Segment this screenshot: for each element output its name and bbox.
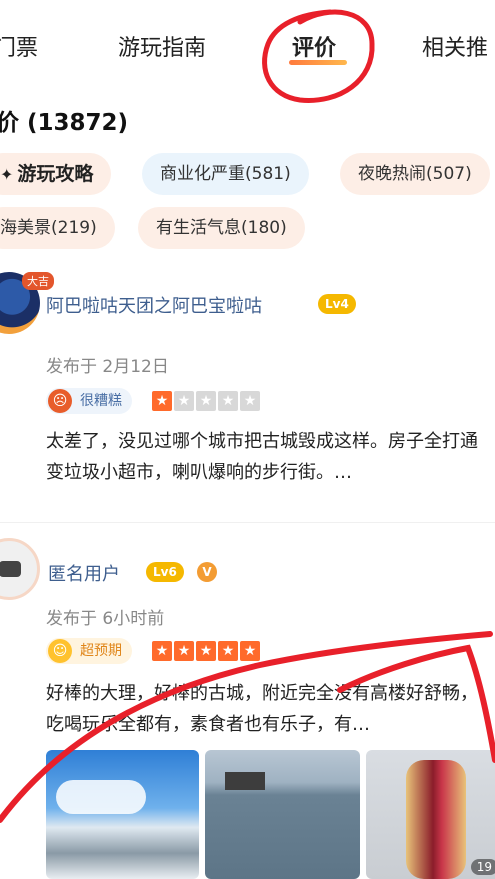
star-rating: ★ ★ ★ ★ ★: [152, 391, 260, 411]
sparkle-icon: ✦: [0, 165, 14, 184]
review-text[interactable]: 太差了，没见过哪个城市把古城毁成这样。房子全打通变垃圾小超市，喇叭爆响的步行街。…: [46, 426, 491, 488]
star-icon: ★: [152, 391, 172, 411]
chip-sea-view[interactable]: 海美景(219): [0, 207, 115, 249]
level-badge: Lv6: [146, 562, 184, 582]
chip-lively-night[interactable]: 夜晚热闹(507): [340, 153, 490, 195]
star-icon: ★: [196, 391, 216, 411]
post-time: 发布于 6小时前: [46, 609, 165, 629]
tab-tickets[interactable]: 门票: [0, 30, 38, 62]
active-tab-indicator: [289, 60, 347, 65]
avatar-badge: 大吉: [22, 272, 54, 290]
tab-related[interactable]: 相关推: [422, 30, 488, 62]
photo-count-badge: 19: [470, 859, 495, 875]
chip-life-atmosphere[interactable]: 有生活气息(180): [138, 207, 305, 249]
review-photo[interactable]: [205, 750, 360, 879]
star-icon: ★: [240, 641, 260, 661]
star-icon: ★: [218, 391, 238, 411]
review-text[interactable]: 好棒的大理，好棒的古城，附近完全没有高楼好舒畅，吃喝玩乐全都有，素食者也有乐子，…: [46, 678, 491, 740]
star-icon: ★: [174, 641, 194, 661]
username[interactable]: 阿巴啦咕天团之阿巴宝啦咕: [46, 292, 262, 318]
rating-label: 超预期: [80, 643, 122, 659]
chip-commercialized[interactable]: 商业化严重(581): [142, 153, 309, 195]
tab-bar: 门票 游玩指南 评价 相关推: [0, 0, 495, 96]
chip-travel-guide[interactable]: ✦ 游玩攻略: [0, 153, 112, 195]
star-icon: ★: [196, 641, 216, 661]
avatar[interactable]: [0, 538, 40, 600]
username[interactable]: 匿名用户: [48, 560, 120, 586]
post-time: 发布于 2月12日: [46, 357, 169, 377]
review-photo[interactable]: [46, 750, 199, 879]
review-card[interactable]: 大吉 阿巴啦咕天团之阿巴宝啦咕 Lv4 发布于 2月12日 ☹ 很糟糕 ★ ★ …: [0, 272, 495, 522]
food-shape: [406, 760, 466, 879]
star-icon: ★: [174, 391, 194, 411]
rating-label: 很糟糕: [80, 393, 122, 409]
cloud-shape: [56, 780, 146, 814]
chip-label: 游玩攻略: [17, 163, 94, 185]
tab-guide[interactable]: 游玩指南: [118, 30, 206, 62]
reviews-count-title: 价 (13872): [0, 110, 129, 136]
surprised-face-icon: ☺: [48, 639, 72, 663]
star-icon: ★: [240, 391, 260, 411]
verified-icon: V: [197, 562, 217, 582]
rating-tag: ☹ 很糟糕: [46, 388, 132, 414]
star-rating: ★ ★ ★ ★ ★: [152, 641, 260, 661]
level-badge: Lv4: [318, 294, 356, 314]
angry-face-icon: ☹: [48, 389, 72, 413]
pier-shape: [225, 772, 265, 790]
divider: [0, 522, 495, 523]
anonymous-face-icon: [0, 561, 21, 577]
star-icon: ★: [218, 641, 238, 661]
review-photo[interactable]: 19: [366, 750, 495, 879]
star-icon: ★: [152, 641, 172, 661]
rating-tag: ☺ 超预期: [46, 638, 132, 664]
tab-reviews[interactable]: 评价: [292, 30, 336, 62]
